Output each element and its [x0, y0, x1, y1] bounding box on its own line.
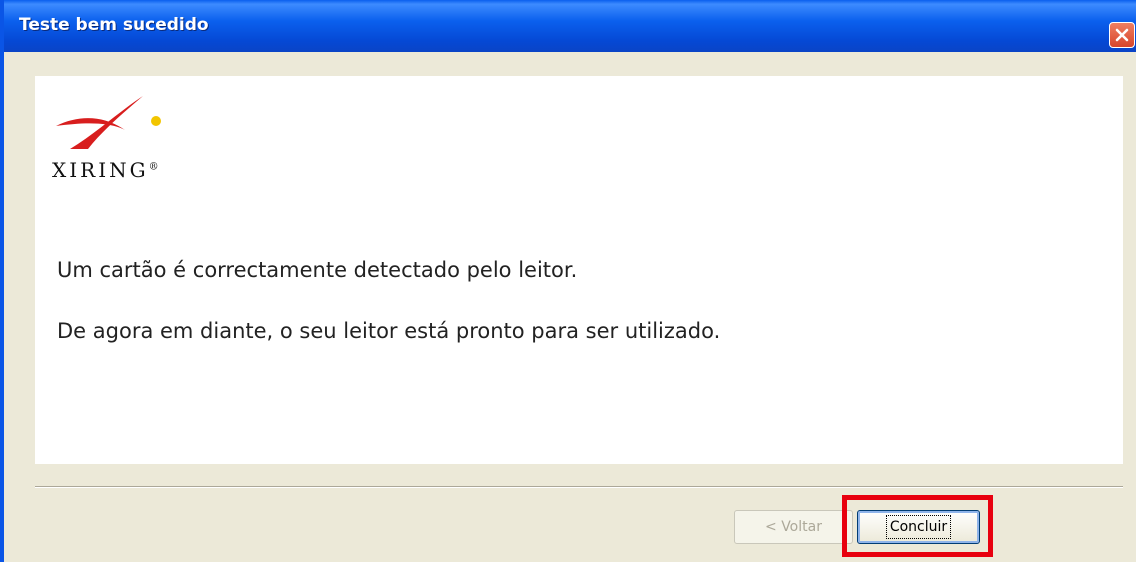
message-reader-ready: De agora em diante, o seu leitor está pr…	[57, 319, 721, 343]
back-button-label: < Voltar	[765, 519, 822, 535]
window-title: Teste bem sucedido	[19, 15, 209, 35]
close-icon	[1115, 28, 1129, 42]
title-bar[interactable]: Teste bem sucedido	[4, 0, 1136, 52]
highlight-box	[842, 495, 993, 557]
dialog-window: Teste bem sucedido XIRING® Um cartão é c…	[0, 0, 1136, 562]
xiring-logo-text: XIRING®	[52, 158, 162, 182]
xiring-logo: XIRING®	[50, 86, 170, 182]
back-button[interactable]: < Voltar	[734, 510, 853, 544]
message-card-detected: Um cartão é correctamente detectado pelo…	[57, 258, 578, 282]
close-button[interactable]	[1109, 22, 1135, 48]
content-panel: XIRING® Um cartão é correctamente detect…	[35, 76, 1123, 464]
xiring-logo-mark	[56, 96, 161, 149]
separator	[35, 486, 1123, 488]
